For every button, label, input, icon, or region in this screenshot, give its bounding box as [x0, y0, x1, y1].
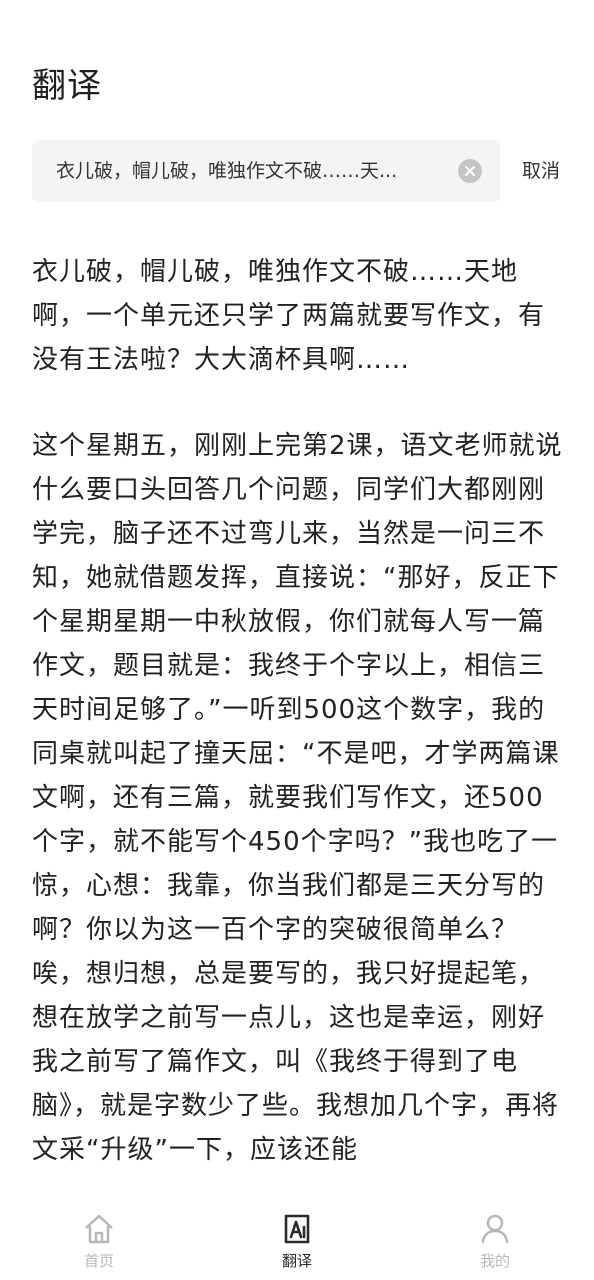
result-paragraph: 衣儿破，帽儿破，唯独作文不破……天地啊，一个单元还只学了两篇就要写作文，有没有王… [32, 257, 546, 375]
translate-page: 翻译 衣儿破，帽儿破，唯独作文不破……天... 取消 衣儿破，帽儿破，唯独作文不… [0, 0, 594, 1280]
result-paragraph: 这个星期五，刚刚上完第2课，语文老师就说什么要口头回答几个问题，同学们大都刚刚学… [32, 431, 563, 1165]
search-input[interactable]: 衣儿破，帽儿破，唯独作文不破……天... [32, 140, 500, 202]
user-icon[interactable] [477, 1211, 513, 1247]
home-icon[interactable] [81, 1211, 117, 1247]
translate-icon[interactable] [279, 1211, 315, 1247]
page-title: 翻译 [32, 66, 102, 106]
nav-home[interactable]: 首页 [49, 1211, 149, 1277]
nav-translate-label[interactable]: 翻译 [247, 1251, 347, 1271]
search-query-text[interactable]: 衣儿破，帽儿破，唯独作文不破……天... [56, 140, 424, 202]
nav-mine[interactable]: 我的 [445, 1211, 545, 1277]
nav-mine-label[interactable]: 我的 [445, 1251, 545, 1271]
translation-result: 衣儿破，帽儿破，唯独作文不破……天地啊，一个单元还只学了两篇就要写作文，有没有王… [32, 250, 564, 1205]
clear-button[interactable] [458, 159, 482, 183]
nav-home-label[interactable]: 首页 [49, 1251, 149, 1271]
nav-translate[interactable]: 翻译 [247, 1211, 347, 1277]
bottom-navigation: 首页 翻译 我的 [0, 1205, 594, 1280]
clear-icon[interactable] [458, 159, 482, 183]
cancel-button[interactable]: 取消 [522, 140, 560, 202]
